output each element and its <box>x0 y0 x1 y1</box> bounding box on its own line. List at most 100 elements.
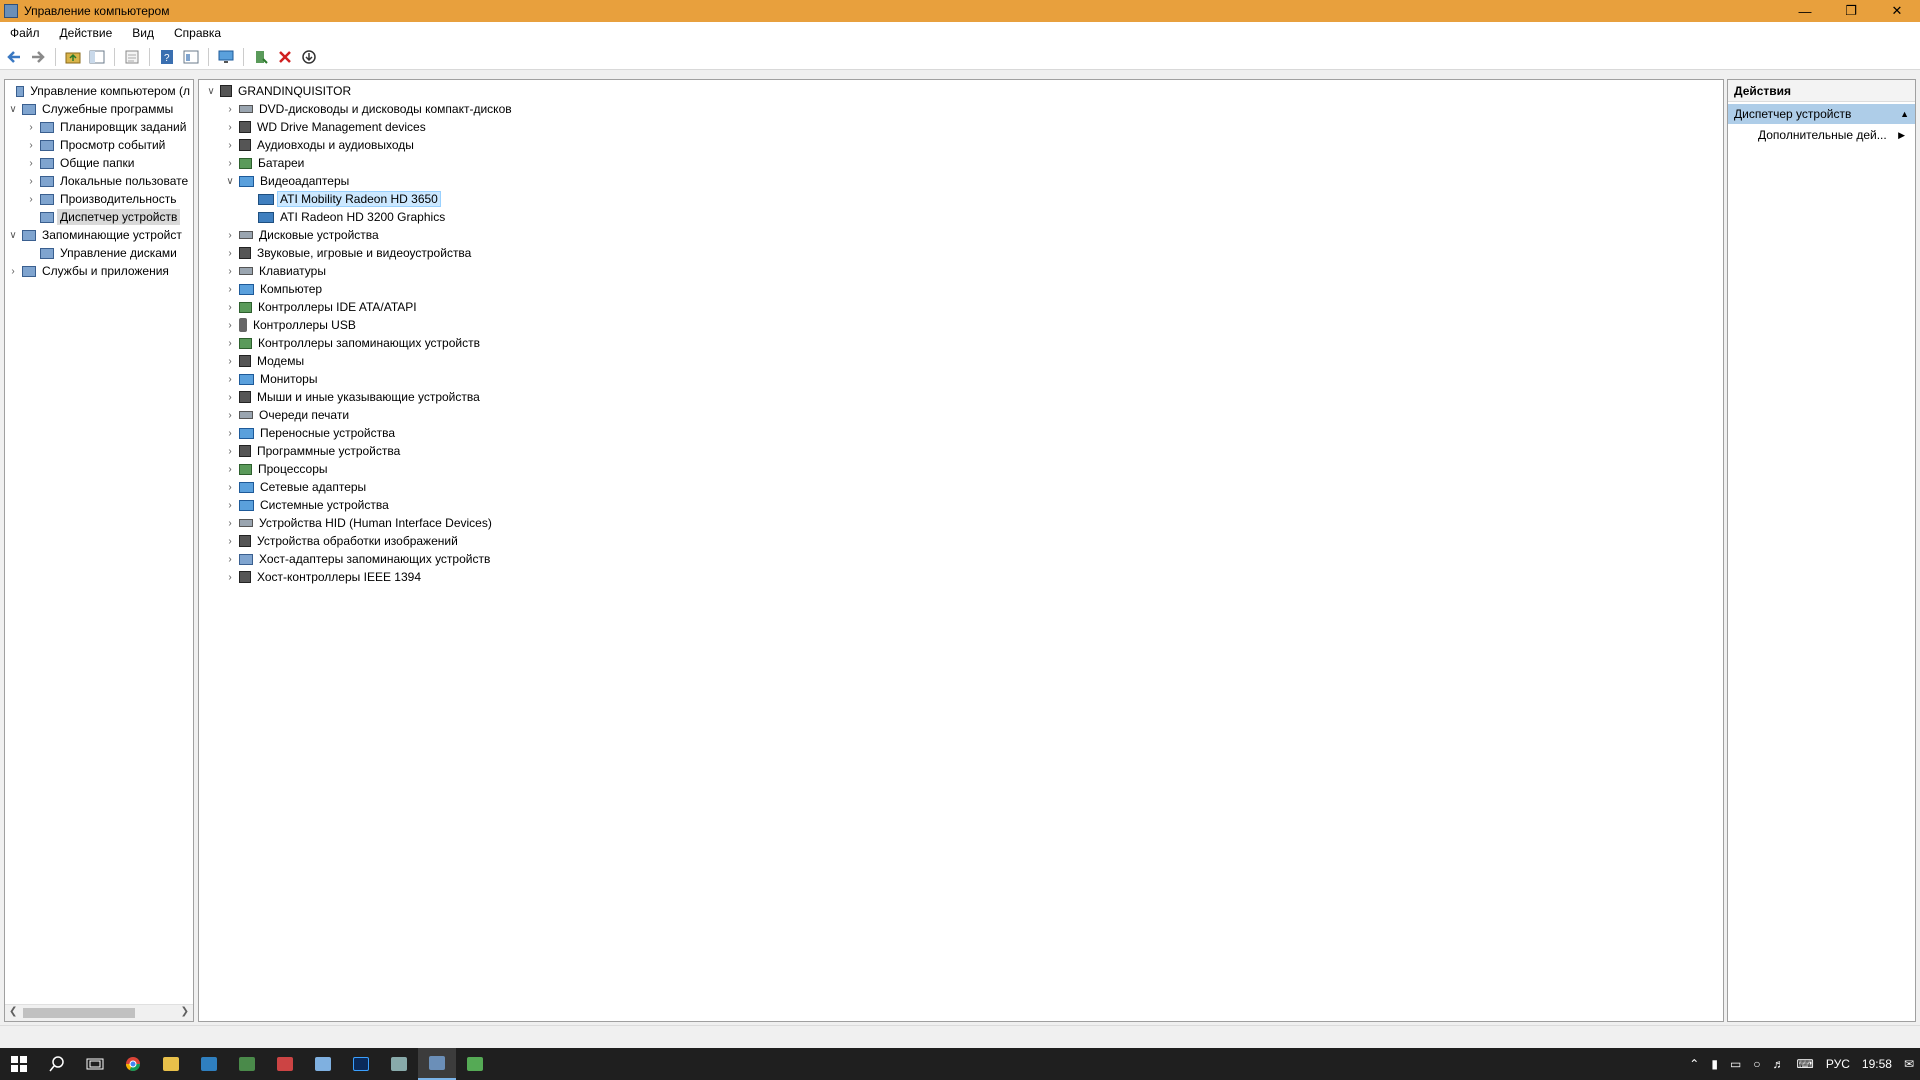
properties-icon[interactable] <box>181 47 201 67</box>
volume-icon[interactable]: ♬ <box>1767 1057 1791 1071</box>
chevron-right-icon[interactable]: › <box>224 428 236 439</box>
chevron-up-icon[interactable]: ⌃ <box>1683 1057 1705 1071</box>
chevron-right-icon[interactable]: › <box>224 248 236 259</box>
chrome-icon[interactable] <box>114 1048 152 1080</box>
clock[interactable]: 19:58 <box>1856 1057 1898 1071</box>
device-category[interactable]: › DVD-дисководы и дисководы компакт-диско… <box>199 100 1723 118</box>
chevron-right-icon[interactable]: › <box>224 464 236 475</box>
chevron-right-icon[interactable]: › <box>224 392 236 403</box>
chevron-right-icon[interactable]: › <box>25 194 37 205</box>
app-icon[interactable] <box>266 1048 304 1080</box>
network-icon[interactable]: ○ <box>1747 1057 1766 1071</box>
photoshop-icon[interactable] <box>342 1048 380 1080</box>
app-icon[interactable] <box>190 1048 228 1080</box>
console-tree-item[interactable]: Диспетчер устройств <box>5 208 193 226</box>
collapse-up-icon[interactable]: ▲ <box>1900 109 1909 119</box>
chevron-right-icon[interactable]: › <box>25 176 37 187</box>
device-category[interactable]: › Модемы <box>199 352 1723 370</box>
device-tree-root[interactable]: ∨ GRANDINQUISITOR <box>199 82 1723 100</box>
chevron-right-icon[interactable]: › <box>224 302 236 313</box>
horizontal-scrollbar[interactable]: ❮ ❯ <box>5 1004 193 1021</box>
chevron-right-icon[interactable]: › <box>224 338 236 349</box>
chevron-right-icon[interactable]: › <box>224 158 236 169</box>
notepad-icon[interactable] <box>304 1048 342 1080</box>
chevron-right-icon[interactable]: › <box>224 374 236 385</box>
chevron-right-icon[interactable]: › <box>224 482 236 493</box>
device-category[interactable]: › Устройства HID (Human Interface Devices… <box>199 514 1723 532</box>
up-icon[interactable] <box>63 47 83 67</box>
chevron-down-icon[interactable]: ∨ <box>224 176 236 187</box>
usb-icon[interactable]: ▮ <box>1705 1057 1724 1071</box>
console-tree-item[interactable]: › Общие папки <box>5 154 193 172</box>
chevron-right-icon[interactable]: › <box>224 230 236 241</box>
action-more-actions[interactable]: Дополнительные дей... ▶ <box>1728 124 1915 146</box>
keyboard-icon[interactable]: ⌨ <box>1791 1057 1820 1071</box>
chevron-right-icon[interactable]: › <box>224 356 236 367</box>
chevron-right-icon[interactable]: › <box>224 554 236 565</box>
chevron-right-icon[interactable]: › <box>224 572 236 583</box>
chevron-right-icon[interactable]: › <box>224 446 236 457</box>
app-icon[interactable] <box>380 1048 418 1080</box>
menu-view[interactable]: Вид <box>122 26 164 40</box>
back-icon[interactable] <box>4 47 24 67</box>
monitor-icon[interactable] <box>216 47 236 67</box>
device-category[interactable]: › Контроллеры запоминающих устройств <box>199 334 1723 352</box>
chevron-right-icon[interactable]: › <box>224 104 236 115</box>
device-category[interactable]: › Звуковые, игровые и видеоустройства <box>199 244 1723 262</box>
uninstall-icon[interactable] <box>275 47 295 67</box>
chevron-right-icon[interactable]: › <box>224 410 236 421</box>
chevron-right-icon[interactable]: › <box>224 518 236 529</box>
console-tree-item[interactable]: Управление компьютером (л <box>5 82 193 100</box>
scrollbar-thumb[interactable] <box>23 1008 135 1018</box>
chevron-right-icon[interactable]: › <box>224 500 236 511</box>
device-category[interactable]: › Компьютер <box>199 280 1723 298</box>
device-category[interactable]: › Хост-адаптеры запоминающих устройств <box>199 550 1723 568</box>
show-tree-icon[interactable] <box>87 47 107 67</box>
actions-section-device-manager[interactable]: Диспетчер устройств ▲ <box>1728 104 1915 124</box>
chevron-right-icon[interactable]: › <box>224 140 236 151</box>
app-icon[interactable] <box>456 1048 494 1080</box>
device-category[interactable]: › Мыши и иные указывающие устройства <box>199 388 1723 406</box>
chevron-down-icon[interactable]: ∨ <box>7 230 19 241</box>
device-category[interactable]: › Программные устройства <box>199 442 1723 460</box>
chevron-right-icon[interactable]: › <box>224 320 236 331</box>
menu-help[interactable]: Справка <box>164 26 231 40</box>
menu-action[interactable]: Действие <box>50 26 123 40</box>
chevron-right-icon[interactable]: › <box>7 266 19 277</box>
maximize-button[interactable]: ❐ <box>1828 0 1874 22</box>
search-icon[interactable] <box>38 1048 76 1080</box>
console-tree-item[interactable]: › Службы и приложения <box>5 262 193 280</box>
device-category[interactable]: › Очереди печати <box>199 406 1723 424</box>
explorer-icon[interactable] <box>152 1048 190 1080</box>
forward-icon[interactable] <box>28 47 48 67</box>
chevron-down-icon[interactable]: ∨ <box>7 104 19 115</box>
chevron-right-icon[interactable]: › <box>224 122 236 133</box>
console-tree-item[interactable]: › Локальные пользовате <box>5 172 193 190</box>
chevron-right-icon[interactable]: › <box>25 158 37 169</box>
device-category[interactable]: › Системные устройства <box>199 496 1723 514</box>
help-icon[interactable]: ? <box>157 47 177 67</box>
device-category[interactable]: › Контроллеры IDE ATA/ATAPI <box>199 298 1723 316</box>
battery-icon[interactable]: ▭ <box>1724 1057 1747 1071</box>
device-category[interactable]: ∨ Видеоадаптеры <box>199 172 1723 190</box>
device-category[interactable]: › WD Drive Management devices <box>199 118 1723 136</box>
console-tree-item[interactable]: ∨ Запоминающие устройст <box>5 226 193 244</box>
notification-icon[interactable]: ✉ <box>1898 1057 1920 1071</box>
chevron-right-icon[interactable]: › <box>224 536 236 547</box>
device-category[interactable]: › Хост-контроллеры IEEE 1394 <box>199 568 1723 586</box>
minimize-button[interactable]: — <box>1782 0 1828 22</box>
device-category[interactable]: › Дисковые устройства <box>199 226 1723 244</box>
task-view-icon[interactable] <box>76 1048 114 1080</box>
export-icon[interactable] <box>122 47 142 67</box>
chevron-right-icon[interactable]: › <box>25 140 37 151</box>
app-icon[interactable] <box>228 1048 266 1080</box>
chevron-right-icon[interactable]: › <box>25 122 37 133</box>
device-category[interactable]: › Устройства обработки изображений <box>199 532 1723 550</box>
close-button[interactable]: ✕ <box>1874 0 1920 22</box>
device-category[interactable]: › Контроллеры USB <box>199 316 1723 334</box>
update-driver-icon[interactable] <box>251 47 271 67</box>
console-tree-item[interactable]: Управление дисками <box>5 244 193 262</box>
console-tree-item[interactable]: › Просмотр событий <box>5 136 193 154</box>
console-tree-item[interactable]: › Производительность <box>5 190 193 208</box>
computer-management-icon[interactable] <box>418 1048 456 1080</box>
